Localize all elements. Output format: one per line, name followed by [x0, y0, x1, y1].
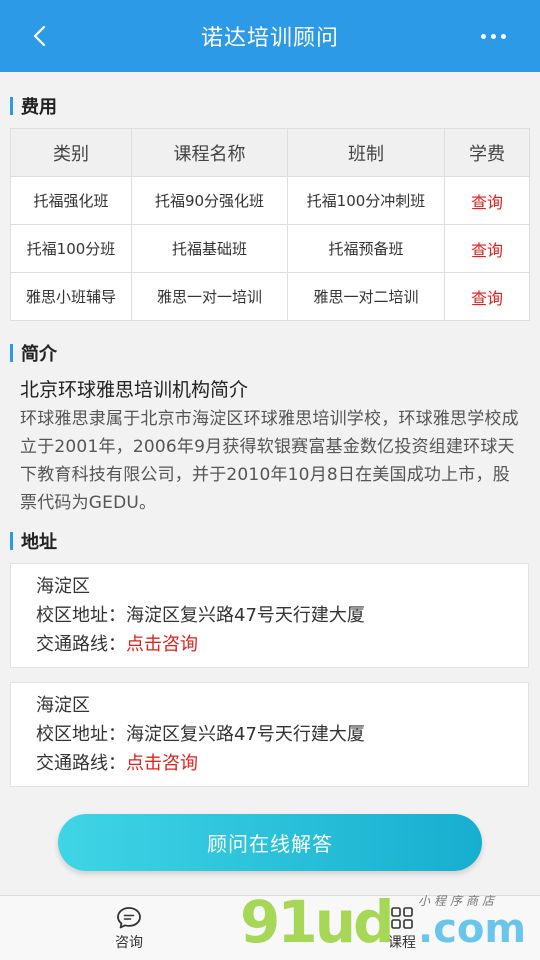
table-row: 托福强化班 托福90分强化班 托福100分冲刺班 查询: [10, 176, 530, 225]
category-cell: 托福强化班: [10, 176, 132, 225]
fees-table: 类别 课程名称 班制 学费 托福强化班 托福90分强化班 托福100分冲刺班 查…: [10, 128, 530, 321]
column-header: 课程名称: [131, 128, 288, 177]
course-name-cell: 雅思一对一培训: [131, 272, 288, 321]
tuition-query-link[interactable]: 查询: [444, 176, 530, 225]
route-label: 交通路线：: [36, 634, 126, 655]
intro-subtitle: 北京环球雅思培训机构简介: [20, 379, 249, 401]
more-dot-icon: [491, 33, 496, 39]
route-consult-link[interactable]: 点击咨询: [126, 753, 198, 774]
section-accent-bar: [10, 532, 13, 550]
campus-address-value: 海淀区复兴路47号天行建大厦: [126, 605, 365, 626]
route-label: 交通路线：: [36, 753, 126, 774]
class-type-cell: 雅思一对二培训: [287, 272, 445, 321]
chevron-left-icon: [33, 25, 46, 47]
address-card: 海淀区 校区地址：海淀区复兴路47号天行建大厦 交通路线：点击咨询: [10, 563, 529, 668]
category-cell: 雅思小班辅导: [10, 272, 132, 321]
address-list: 海淀区 校区地址：海淀区复兴路47号天行建大厦 交通路线：点击咨询 海淀区 校区…: [0, 563, 540, 787]
address-section-header: 地址: [0, 521, 540, 561]
district-label: 海淀区: [36, 695, 90, 716]
more-menu-button[interactable]: [481, 22, 506, 50]
course-name-cell: 托福90分强化班: [131, 176, 288, 225]
class-type-cell: 托福预备班: [287, 224, 445, 273]
more-dot-icon: [481, 33, 486, 39]
back-button[interactable]: [22, 18, 56, 54]
tuition-query-link[interactable]: 查询: [444, 224, 530, 273]
route-row: 交通路线：点击咨询: [36, 630, 528, 659]
section-accent-bar: [10, 344, 13, 362]
column-header: 学费: [444, 128, 530, 177]
intro-section-title: 简介: [21, 344, 57, 365]
page-title: 诺达培训顾问: [200, 26, 339, 51]
fees-section-header: 费用: [0, 86, 540, 126]
route-consult-link[interactable]: 点击咨询: [126, 634, 198, 655]
campus-address-label: 校区地址：: [36, 605, 126, 626]
tab-course[interactable]: 课程: [388, 906, 416, 952]
table-row: 雅思小班辅导 雅思一对一培训 雅思一对二培训 查询: [10, 272, 530, 321]
tab-consult[interactable]: 咨询: [115, 906, 143, 952]
category-cell: 托福100分班: [10, 224, 132, 273]
campus-address: 校区地址：海淀区复兴路47号天行建大厦: [36, 601, 528, 630]
address-card: 海淀区 校区地址：海淀区复兴路47号天行建大厦 交通路线：点击咨询: [10, 682, 529, 787]
tuition-query-link[interactable]: 查询: [444, 272, 530, 321]
fees-section-title: 费用: [21, 97, 57, 118]
table-header-row: 类别 课程名称 班制 学费: [10, 128, 530, 177]
section-accent-bar: [10, 97, 13, 115]
app-header: 诺达培训顾问: [0, 0, 540, 72]
campus-address-label: 校区地址：: [36, 724, 126, 745]
route-row: 交通路线：点击咨询: [36, 749, 528, 778]
column-header: 类别: [10, 128, 132, 177]
intro-body: 环球雅思隶属于北京市海淀区环球雅思培训学校，环球雅思学校成立于2001年，200…: [20, 409, 519, 513]
table-row: 托福100分班 托福基础班 托福预备班 查询: [10, 224, 530, 273]
more-dot-icon: [501, 33, 506, 39]
course-name-cell: 托福基础班: [131, 224, 288, 273]
grid-apps-icon: [391, 907, 413, 929]
class-type-cell: 托福100分冲刺班: [287, 176, 445, 225]
tab-consult-label: 咨询: [115, 935, 143, 951]
campus-address-value: 海淀区复兴路47号天行建大厦: [126, 724, 365, 745]
intro-block: 北京环球雅思培训机构简介 环球雅思隶属于北京市海淀区环球雅思培训学校，环球雅思学…: [0, 375, 540, 517]
address-section-title: 地址: [21, 532, 57, 553]
online-consult-button[interactable]: 顾问在线解答: [58, 814, 482, 871]
bottom-tab-bar: 咨询 课程: [0, 895, 540, 960]
campus-address: 校区地址：海淀区复兴路47号天行建大厦: [36, 720, 528, 749]
district-label: 海淀区: [36, 576, 90, 597]
intro-section-header: 简介: [0, 333, 540, 373]
tab-course-label: 课程: [388, 935, 416, 951]
column-header: 班制: [287, 128, 445, 177]
chat-bubble-icon: [117, 907, 141, 929]
